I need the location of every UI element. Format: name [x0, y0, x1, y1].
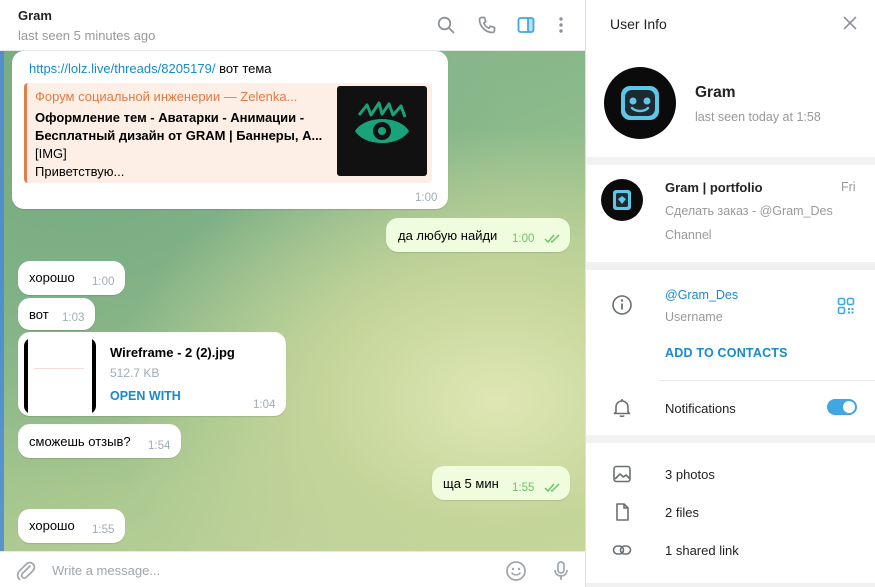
channel-last-message: Сделать заказ - @Gram_Des — [665, 204, 833, 218]
channel-avatar — [601, 179, 643, 221]
link-preview-image[interactable] — [337, 86, 427, 176]
chat-header: Gram last seen 5 minutes ago — [0, 0, 585, 51]
user-info-panel: User Info Gram last seen today at 1:58 G… — [585, 0, 875, 587]
username-label: Username — [665, 310, 723, 324]
shared-links[interactable]: 1 shared link — [665, 543, 739, 558]
shared-files[interactable]: 2 files — [665, 505, 699, 520]
search-icon[interactable] — [433, 12, 459, 38]
message-bubble-incoming[interactable]: сможешь отзыв? 1:54 — [18, 424, 181, 458]
link-preview[interactable]: Форум социальной инженерии — Zelenka... … — [24, 83, 432, 183]
qr-code-icon[interactable] — [837, 297, 855, 315]
message-time: 1:00 — [512, 233, 535, 245]
sidebar-toggle-icon[interactable] — [513, 12, 539, 38]
channel-type: Channel — [665, 228, 712, 242]
more-vertical-icon[interactable] — [548, 12, 574, 38]
bell-icon — [613, 399, 631, 418]
message-time: 1:03 — [62, 312, 85, 324]
message-time: 1:54 — [148, 440, 171, 452]
attach-icon[interactable] — [15, 560, 37, 582]
message-link-caption: вот тема — [215, 61, 272, 76]
message-text: сможешь отзыв? — [29, 434, 131, 449]
username-value[interactable]: @Gram_Des — [665, 288, 738, 302]
link-preview-site: Форум социальной инженерии — Zelenka... — [35, 89, 298, 104]
emoji-icon[interactable] — [505, 560, 527, 582]
message-text: хорошо — [29, 518, 75, 533]
close-icon[interactable] — [842, 15, 858, 31]
message-time: 1:00 — [415, 192, 438, 204]
chat-title[interactable]: Gram — [18, 8, 52, 23]
thumbnail-border — [92, 338, 96, 414]
divider — [658, 380, 875, 381]
file-size: 512.7 KB — [110, 366, 160, 380]
message-time: 1:00 — [92, 276, 115, 288]
message-bubble-incoming[interactable]: хорошо 1:00 — [18, 261, 125, 295]
message-input[interactable] — [52, 560, 472, 580]
channel-name: Gram | portfolio — [665, 180, 763, 195]
message-time: 1:55 — [92, 524, 115, 536]
message-text: https://lolz.live/threads/8205179/ вот т… — [29, 61, 272, 76]
chat-status: last seen 5 minutes ago — [18, 28, 156, 43]
link-icon — [612, 545, 632, 555]
channel-logo-icon — [613, 190, 631, 210]
link-preview-title-1: Оформление тем - Аватарки - Анимации - — [35, 110, 305, 125]
toggle-knob — [842, 400, 856, 414]
selection-edge — [0, 51, 4, 551]
notifications-toggle[interactable] — [827, 399, 857, 415]
avatar[interactable] — [604, 67, 676, 139]
read-checkmarks-icon — [544, 483, 560, 493]
info-icon — [612, 295, 632, 315]
read-checkmarks-icon — [544, 234, 560, 244]
message-composer — [0, 551, 585, 587]
file-icon — [616, 503, 629, 521]
message-bubble-incoming[interactable]: хорошо 1:55 — [18, 509, 125, 543]
shared-media-card: 3 photos 2 files 1 shared link — [586, 443, 875, 583]
message-link[interactable]: https://lolz.live/threads/8205179/ — [29, 61, 215, 76]
message-text: да любую найди — [398, 228, 498, 243]
channel-date: Fri — [841, 180, 856, 194]
thumbnail-line — [34, 368, 84, 369]
file-name: Wireframe - 2 (2).jpg — [110, 345, 235, 360]
microphone-icon[interactable] — [550, 560, 572, 582]
user-name: Gram — [695, 84, 736, 101]
robot-avatar-icon — [621, 86, 659, 120]
message-bubble-incoming[interactable]: вот 1:03 — [18, 298, 95, 330]
add-to-contacts-button[interactable]: ADD TO CONTACTS — [665, 346, 788, 360]
notifications-label: Notifications — [665, 401, 736, 416]
message-text: хорошо — [29, 270, 75, 285]
message-time: 1:55 — [512, 482, 535, 494]
link-preview-desc-1: [IMG] — [35, 146, 67, 161]
open-with-button[interactable]: OPEN WITH — [110, 389, 181, 403]
last-seen: last seen today at 1:58 — [695, 110, 821, 124]
link-preview-desc-2: Приветствую... — [35, 164, 125, 179]
file-message-bubble[interactable]: Wireframe - 2 (2).jpg 512.7 KB OPEN WITH… — [18, 332, 286, 416]
phone-icon[interactable] — [474, 12, 500, 38]
eye-logo-icon — [355, 101, 409, 143]
chat-background[interactable]: https://lolz.live/threads/8205179/ вот т… — [0, 51, 585, 551]
thumbnail-border — [24, 338, 28, 414]
personal-channel-card[interactable]: Gram | portfolio Fri Сделать заказ - @Gr… — [586, 165, 875, 262]
panel-title: User Info — [610, 16, 667, 32]
chat-panel: Gram last seen 5 minutes ago https://lol… — [0, 0, 585, 587]
photo-icon — [613, 465, 631, 483]
message-time: 1:04 — [253, 399, 276, 411]
link-preview-title-2: Бесплатный дизайн от GRAM | Баннеры, А..… — [35, 128, 323, 143]
message-bubble-outgoing[interactable]: ща 5 мин 1:55 — [432, 466, 570, 500]
message-bubble-incoming[interactable]: https://lolz.live/threads/8205179/ вот т… — [12, 51, 448, 209]
file-thumbnail[interactable] — [24, 338, 96, 414]
shared-photos[interactable]: 3 photos — [665, 467, 715, 482]
message-bubble-outgoing[interactable]: да любую найди 1:00 — [386, 218, 570, 252]
message-text: ща 5 мин — [443, 476, 499, 491]
message-text: вот — [29, 307, 49, 322]
profile-card: User Info Gram last seen today at 1:58 — [586, 0, 875, 157]
